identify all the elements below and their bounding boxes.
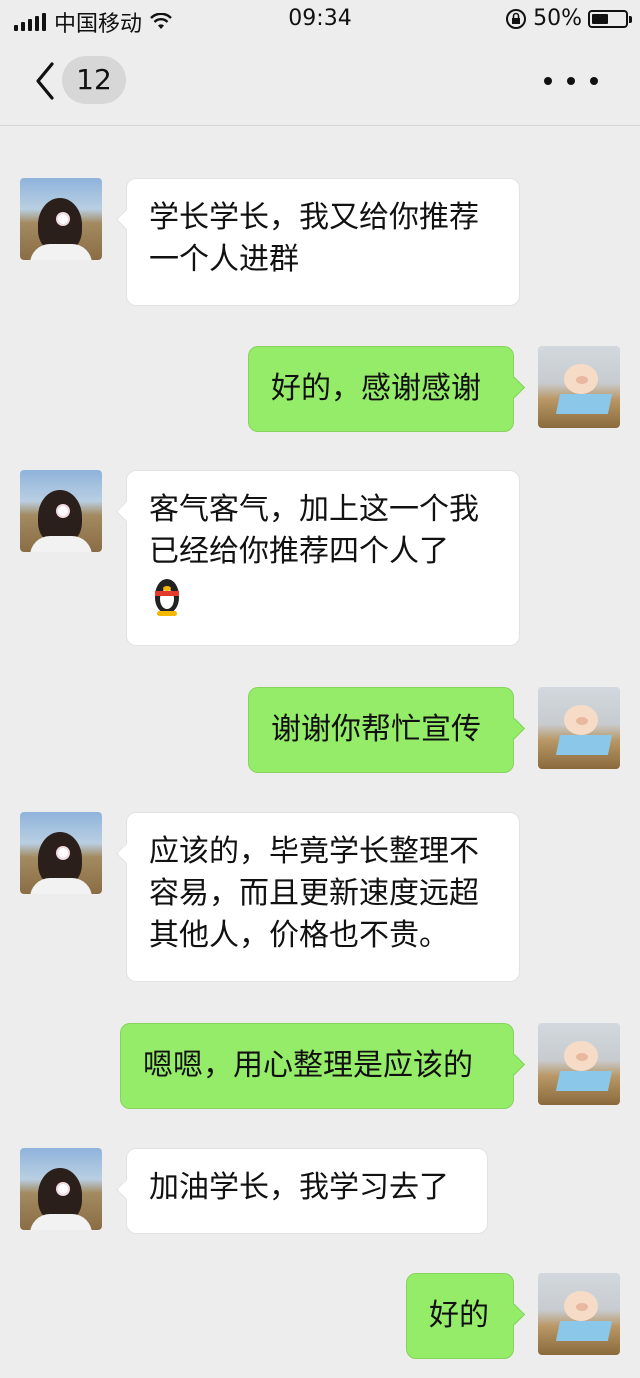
- sent-message-bubble[interactable]: 好的，感谢感谢: [248, 346, 514, 432]
- message-text: 嗯嗯，用心整理是应该的: [143, 1048, 473, 1083]
- sent-message-bubble[interactable]: 嗯嗯，用心整理是应该的: [120, 1023, 514, 1109]
- received-message-bubble[interactable]: 应该的，毕竟学长整理不 容易，而且更新速度远超 其他人，价格也不贵。: [126, 812, 520, 982]
- received-message-bubble[interactable]: 学长学长，我又给你推荐 一个人进群: [126, 178, 520, 306]
- more-options-icon[interactable]: [544, 66, 598, 96]
- penguin-emoji-icon: [149, 577, 185, 617]
- my-avatar[interactable]: [538, 687, 620, 769]
- message-text: 学长学长，我又给你推荐 一个人进群: [149, 200, 479, 277]
- my-avatar[interactable]: [538, 1023, 620, 1105]
- status-bar: 中国移动 09:34 50%: [0, 0, 640, 40]
- chat-header: 12: [0, 40, 640, 126]
- message-text: 加油学长，我学习去了: [149, 1170, 449, 1205]
- rotation-lock-icon: [506, 8, 527, 29]
- received-message-bubble[interactable]: 客气客气，加上这一个我 已经给你推荐四个人了: [126, 470, 520, 646]
- sent-message-bubble[interactable]: 好的: [406, 1273, 514, 1359]
- contact-avatar[interactable]: [20, 178, 102, 260]
- battery-percent: 50%: [533, 6, 582, 31]
- message-text: 客气客气，加上这一个我 已经给你推荐四个人了: [149, 492, 479, 569]
- received-message-bubble[interactable]: 加油学长，我学习去了: [126, 1148, 488, 1234]
- contact-avatar[interactable]: [20, 1148, 102, 1230]
- message-text: 好的: [429, 1298, 489, 1333]
- my-avatar[interactable]: [538, 346, 620, 428]
- message-text: 好的，感谢感谢: [271, 371, 481, 406]
- battery-icon: [588, 9, 632, 28]
- message-text: 谢谢你帮忙宣传: [271, 712, 481, 747]
- message-text: 应该的，毕竟学长整理不 容易，而且更新速度远超 其他人，价格也不贵。: [149, 834, 479, 953]
- my-avatar[interactable]: [538, 1273, 620, 1355]
- contact-avatar[interactable]: [20, 812, 102, 894]
- sent-message-bubble[interactable]: 谢谢你帮忙宣传: [248, 687, 514, 773]
- contact-avatar[interactable]: [20, 470, 102, 552]
- unread-count-badge[interactable]: 12: [62, 56, 126, 104]
